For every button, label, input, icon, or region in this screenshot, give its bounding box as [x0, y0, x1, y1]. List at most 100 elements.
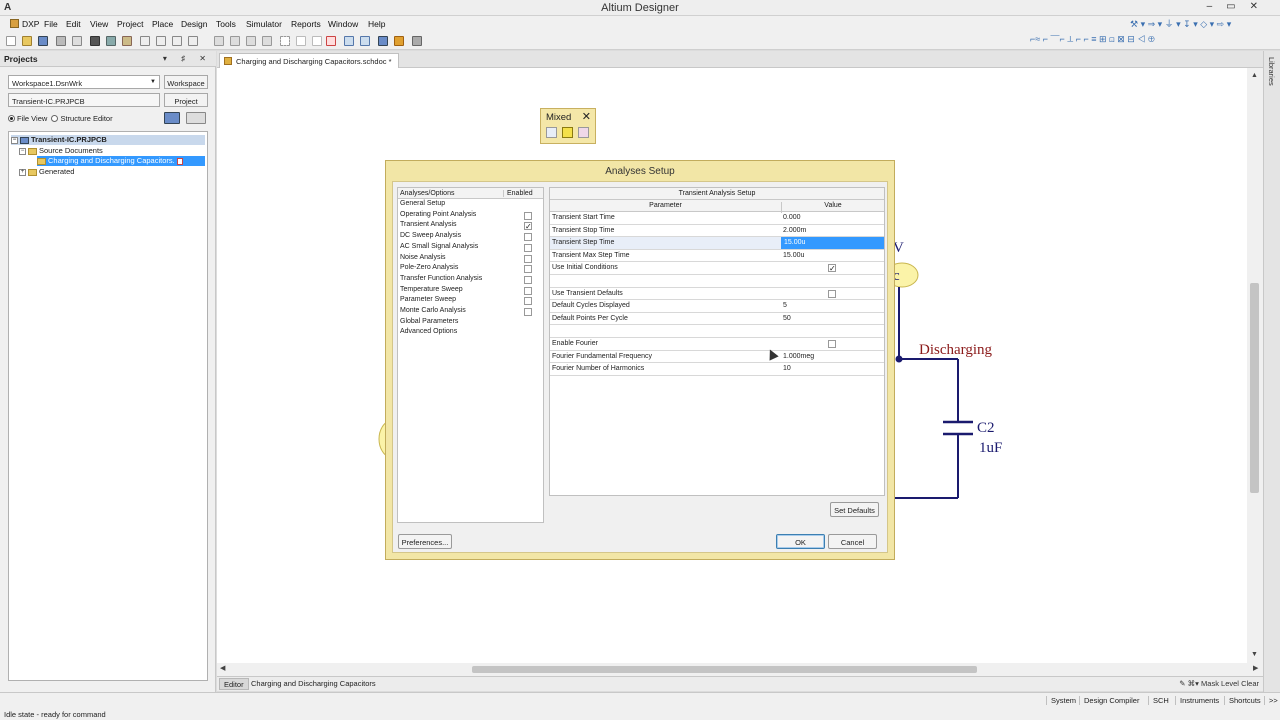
- zoom-selected-icon[interactable]: [172, 36, 182, 46]
- menu-edit[interactable]: Edit: [66, 19, 81, 29]
- analysis-item[interactable]: AC Small Signal Analysis: [400, 243, 478, 254]
- zoom-fit-icon[interactable]: [140, 36, 150, 46]
- scroll-right-icon[interactable]: ▶: [1253, 664, 1258, 672]
- param-row[interactable]: Fourier Fundamental Frequency 1.000meg: [550, 351, 884, 364]
- print-preview-icon[interactable]: [72, 36, 82, 46]
- menu-simulator[interactable]: Simulator: [246, 19, 282, 29]
- project-field[interactable]: Transient-IC.PRJPCB: [8, 93, 160, 107]
- mixed-sim-toolbar[interactable]: Mixed ✕: [540, 108, 596, 144]
- tab-schematic-document[interactable]: Charging and Discharging Capacitors.schd…: [219, 53, 399, 68]
- mask-level-icon[interactable]: ✎ ⌘▾: [1179, 679, 1199, 688]
- analysis-enabled-checkbox[interactable]: ✓: [524, 222, 532, 231]
- analysis-item[interactable]: DC Sweep Analysis: [400, 232, 461, 243]
- param-row[interactable]: Transient Step Time 15.00u: [550, 237, 884, 250]
- param-checkbox[interactable]: [828, 289, 836, 298]
- copy-icon[interactable]: [230, 36, 240, 46]
- menu-file[interactable]: File: [44, 19, 58, 29]
- preferences-button[interactable]: Preferences...: [398, 534, 452, 549]
- close-icon[interactable]: ✕: [582, 110, 591, 123]
- print-icon[interactable]: [56, 36, 66, 46]
- clear-filter-icon[interactable]: [326, 36, 336, 46]
- analysis-enabled-checkbox[interactable]: [524, 233, 532, 242]
- wiring-toolbar-top[interactable]: ⚒ ▾ ⇒ ▾ ⏚ ▾ ↧ ▾ ◇ ▾ ⇨ ▾: [1130, 17, 1231, 31]
- horizontal-scrollbar[interactable]: ◀ ▶: [217, 663, 1263, 676]
- zoom-area-icon[interactable]: [156, 36, 166, 46]
- status-system-button[interactable]: System: [1046, 696, 1080, 705]
- analysis-enabled-checkbox[interactable]: [524, 211, 532, 220]
- menu-view[interactable]: View: [90, 19, 108, 29]
- sim-setup-icon[interactable]: [546, 127, 557, 138]
- tab-editor[interactable]: Editor: [219, 678, 249, 690]
- param-value[interactable]: 0.000: [783, 214, 801, 221]
- status-instruments-button[interactable]: Instruments: [1175, 696, 1223, 705]
- collapse-icon[interactable]: −: [19, 147, 26, 155]
- browse-components-icon[interactable]: [106, 36, 116, 46]
- capacitor-designator[interactable]: C2: [977, 420, 995, 437]
- status-shortcuts-button[interactable]: Shortcuts: [1224, 696, 1265, 705]
- scroll-up-icon[interactable]: ▲: [1251, 72, 1258, 79]
- analysis-item[interactable]: Pole-Zero Analysis: [400, 264, 458, 275]
- status-sch-button[interactable]: SCH: [1148, 696, 1173, 705]
- param-row[interactable]: Use Initial Conditions ✓: [550, 262, 884, 275]
- analysis-enabled-checkbox[interactable]: [524, 286, 532, 295]
- param-value[interactable]: 50: [783, 315, 791, 322]
- collapse-icon[interactable]: −: [11, 136, 18, 144]
- analysis-item[interactable]: Transfer Function Analysis: [400, 275, 482, 286]
- project-button[interactable]: Project: [164, 93, 208, 107]
- set-defaults-button[interactable]: Set Defaults: [830, 502, 879, 517]
- workspace-button[interactable]: Workspace: [164, 75, 208, 89]
- net-label-discharging[interactable]: Discharging: [919, 342, 992, 359]
- paste-icon[interactable]: [246, 36, 256, 46]
- analysis-item[interactable]: Temperature Sweep: [400, 286, 463, 297]
- param-value[interactable]: 15.00u: [783, 252, 804, 259]
- analysis-item[interactable]: Monte Carlo Analysis: [400, 307, 466, 318]
- menu-reports[interactable]: Reports: [291, 19, 321, 29]
- libraries-panel-tab[interactable]: Libraries: [1263, 51, 1280, 692]
- scroll-left-icon[interactable]: ◀: [220, 664, 225, 672]
- param-value[interactable]: 10: [783, 365, 791, 372]
- cancel-button[interactable]: Cancel: [828, 534, 877, 549]
- param-row[interactable]: Default Cycles Displayed 5: [550, 300, 884, 313]
- param-value[interactable]: 15.00u: [781, 237, 884, 250]
- cross-probe-icon[interactable]: [394, 36, 404, 46]
- structure-editor-radio[interactable]: [51, 114, 59, 122]
- analysis-item[interactable]: Parameter Sweep: [400, 296, 456, 307]
- analysis-enabled-checkbox[interactable]: [524, 254, 532, 263]
- menu-design[interactable]: Design: [181, 19, 207, 29]
- analysis-item[interactable]: Global Parameters: [400, 318, 458, 329]
- mask-level-button[interactable]: Mask Level: [1201, 679, 1239, 688]
- param-row[interactable]: Enable Fourier: [550, 338, 884, 351]
- horizontal-scroll-thumb[interactable]: [472, 666, 977, 673]
- menu-window[interactable]: Window: [328, 19, 358, 29]
- analysis-item[interactable]: General Setup: [400, 200, 445, 211]
- menu-help[interactable]: Help: [368, 19, 385, 29]
- param-row[interactable]: Default Points Per Cycle 50: [550, 313, 884, 326]
- param-value[interactable]: 5: [783, 302, 787, 309]
- clear-button[interactable]: Clear: [1241, 679, 1259, 688]
- project-menu-icon[interactable]: [186, 112, 206, 124]
- analysis-enabled-checkbox[interactable]: [524, 275, 532, 284]
- redo-icon[interactable]: [360, 36, 370, 46]
- cut-icon[interactable]: [214, 36, 224, 46]
- menu-tools[interactable]: Tools: [216, 19, 236, 29]
- param-row[interactable]: Transient Max Step Time 15.00u: [550, 250, 884, 263]
- analysis-item[interactable]: Operating Point Analysis: [400, 211, 476, 222]
- undo-icon[interactable]: [344, 36, 354, 46]
- run-simulation-icon[interactable]: [562, 127, 573, 138]
- tree-item-project[interactable]: − Transient-IC.PRJPCB: [11, 135, 205, 145]
- analysis-enabled-checkbox[interactable]: [524, 243, 532, 252]
- status-design-compiler-button[interactable]: Design Compiler: [1079, 696, 1143, 705]
- status-more-button[interactable]: >>: [1264, 696, 1280, 705]
- rubber-stamp-icon[interactable]: [262, 36, 272, 46]
- param-value[interactable]: 2.000m: [783, 227, 806, 234]
- hierarchy-icon[interactable]: [378, 36, 388, 46]
- param-row[interactable]: Use Transient Defaults: [550, 288, 884, 301]
- analysis-result-icon[interactable]: [578, 127, 589, 138]
- analysis-item[interactable]: Advanced Options: [400, 328, 457, 339]
- param-row[interactable]: [550, 275, 884, 288]
- analysis-enabled-checkbox[interactable]: [524, 265, 532, 274]
- open-icon[interactable]: [22, 36, 32, 46]
- wiring-toolbar[interactable]: ⌐≈ ⌐ ⎺⌐ ⊥ ⌐ ⌐ ≡ ⊞ ⊡ ⊠ ⊟ ◁ ⊕: [1030, 34, 1155, 48]
- compile-icon[interactable]: [122, 36, 132, 46]
- param-row[interactable]: Transient Stop Time 2.000m: [550, 225, 884, 238]
